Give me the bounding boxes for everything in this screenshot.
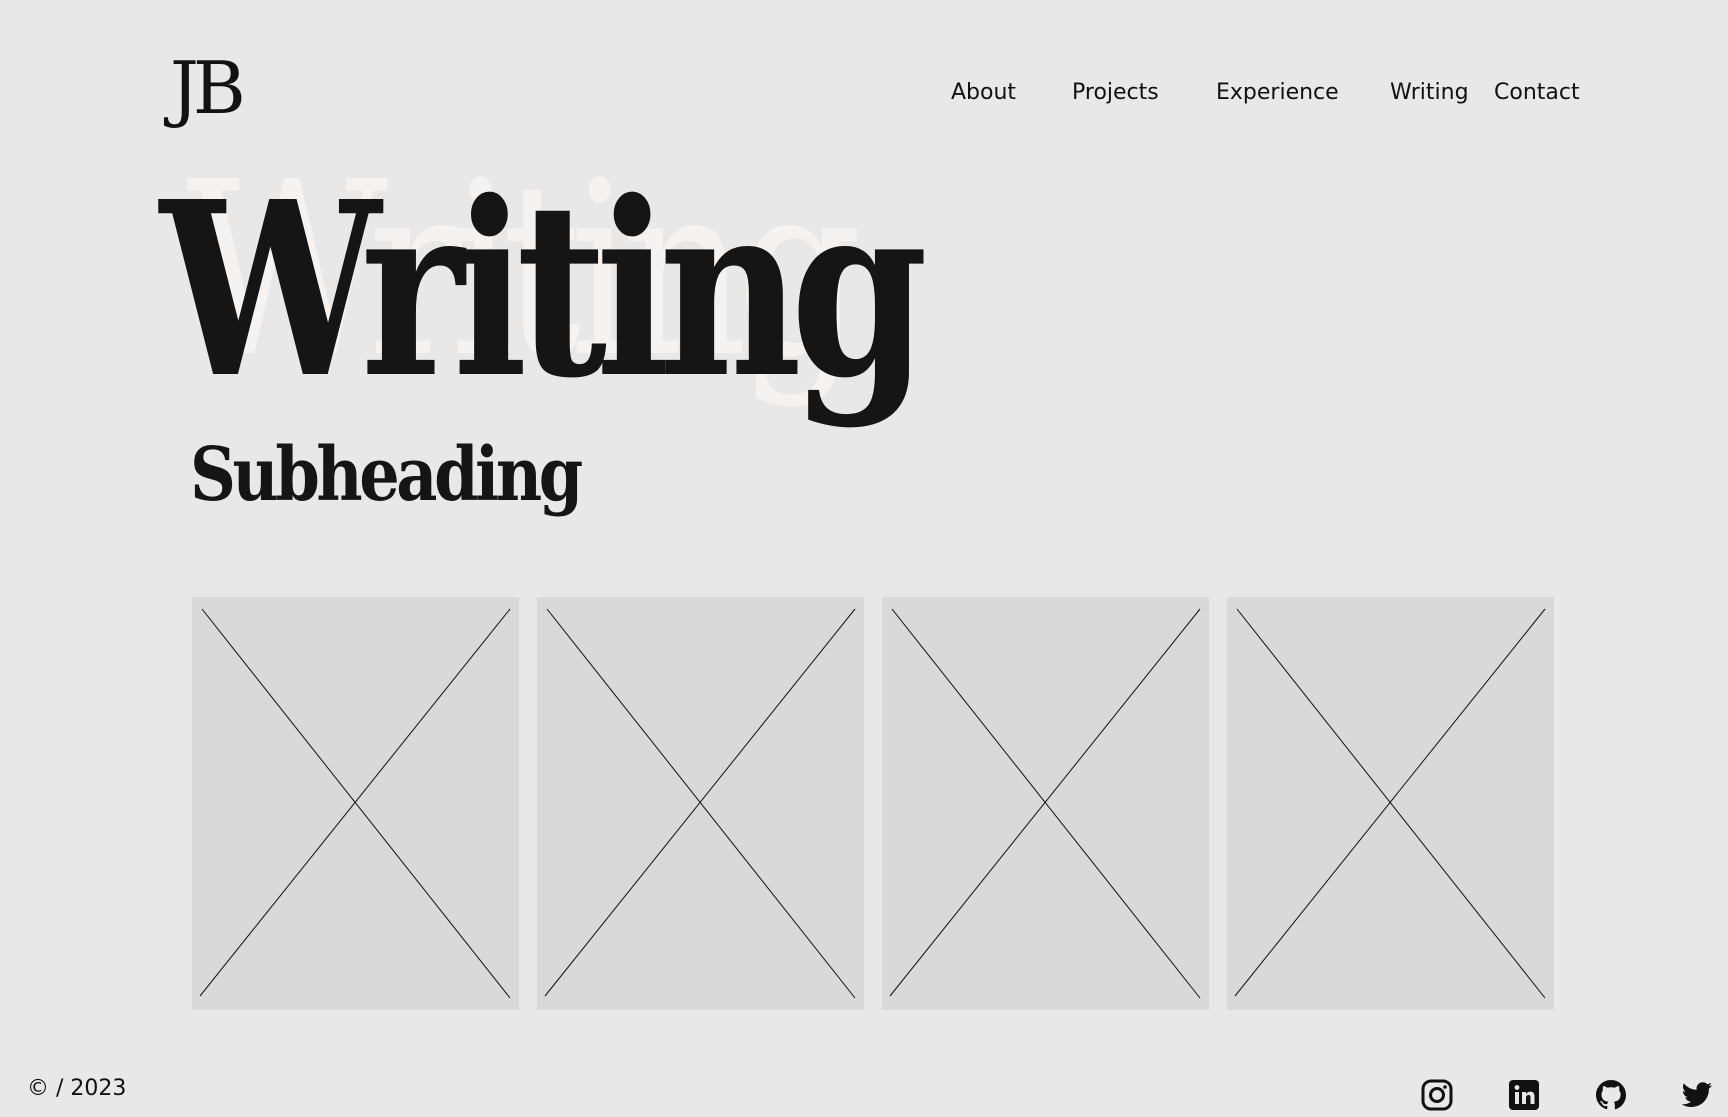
placeholder-cross-icon	[544, 608, 856, 999]
nav-link-about[interactable]: About	[951, 80, 1016, 105]
page-title: Writing	[160, 149, 928, 431]
main-nav: About Projects Experience Writing Contac…	[0, 80, 1728, 110]
linkedin-icon[interactable]	[1507, 1078, 1541, 1112]
nav-link-contact[interactable]: Contact	[1494, 80, 1580, 105]
hero: Writing Writing	[160, 150, 928, 430]
image-placeholder[interactable]	[192, 597, 519, 1010]
instagram-icon[interactable]	[1420, 1078, 1454, 1112]
image-gallery	[192, 597, 1554, 1010]
github-icon[interactable]	[1594, 1078, 1628, 1112]
image-placeholder[interactable]	[882, 597, 1209, 1010]
placeholder-cross-icon	[889, 608, 1201, 999]
image-placeholder[interactable]	[1227, 597, 1554, 1010]
nav-link-projects[interactable]: Projects	[1072, 80, 1159, 105]
nav-link-writing[interactable]: Writing	[1390, 80, 1469, 105]
page-subheading: Subheading	[190, 432, 583, 518]
copyright-text: © / 2023	[27, 1076, 127, 1101]
twitter-icon[interactable]	[1680, 1078, 1714, 1112]
nav-link-experience[interactable]: Experience	[1216, 80, 1339, 105]
image-placeholder[interactable]	[537, 597, 864, 1010]
placeholder-cross-icon	[1234, 608, 1546, 999]
placeholder-cross-icon	[199, 608, 511, 999]
